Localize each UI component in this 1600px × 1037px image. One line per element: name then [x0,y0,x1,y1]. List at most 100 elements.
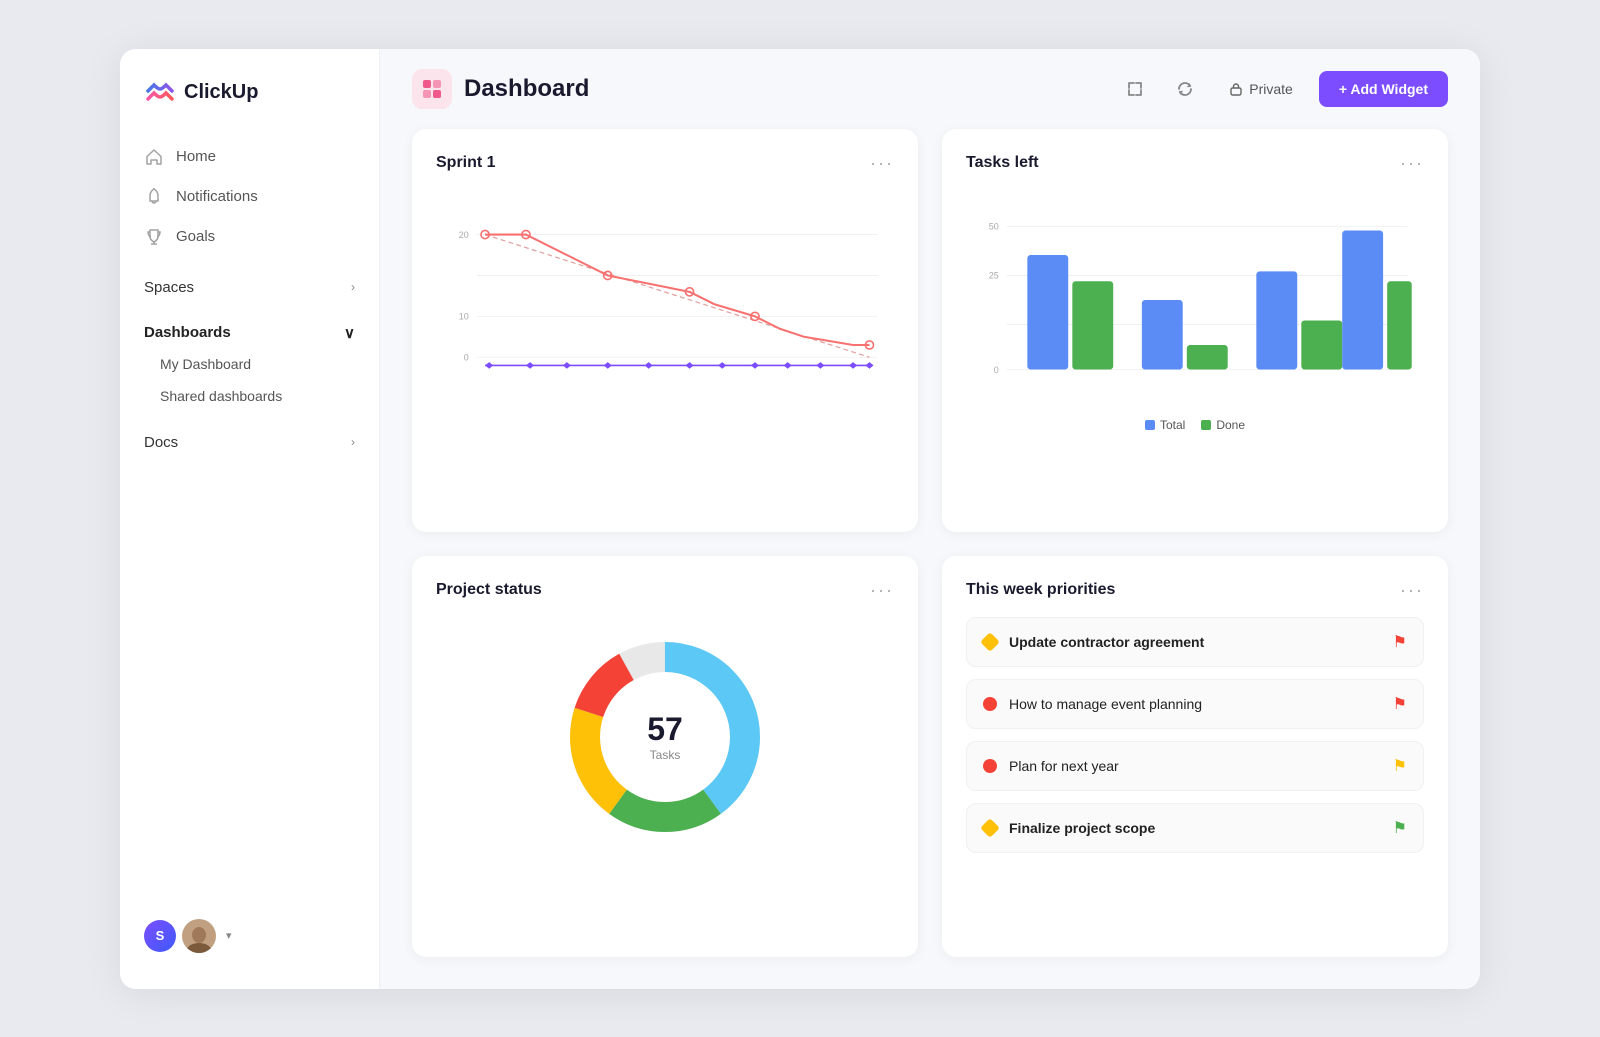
dashboards-label: Dashboards [144,324,231,341]
priority-item-3[interactable]: Plan for next year ⚑ [966,741,1424,791]
add-widget-label: + Add Widget [1339,81,1428,97]
home-icon [144,147,164,167]
header: Dashboard [380,49,1480,129]
spaces-chevron-icon: › [351,280,355,294]
priority-item-2[interactable]: How to manage event planning ⚑ [966,679,1424,729]
add-widget-button[interactable]: + Add Widget [1319,71,1448,107]
bar-chart-svg: 50 25 0 [966,190,1424,410]
bar-chart-container: 50 25 0 [966,190,1424,410]
priority-name-2: How to manage event planning [1009,696,1202,712]
priority-dot-2 [983,697,997,711]
person-silhouette [182,925,216,953]
priority-left-3: Plan for next year [983,758,1119,774]
private-label: Private [1249,81,1293,97]
sprint-widget-header: Sprint 1 ··· [436,153,894,174]
priority-name-1: Update contractor agreement [1009,634,1204,650]
dashboard-grid: Sprint 1 ··· 20 10 0 [380,129,1480,989]
clickup-logo-icon [144,77,176,109]
total-color-dot [1145,420,1155,430]
sidebar-item-goals[interactable]: Goals [120,217,379,257]
priority-item-4[interactable]: Finalize project scope ⚑ [966,803,1424,853]
header-actions: Private + Add Widget [1117,71,1448,107]
page-title: Dashboard [464,75,1105,103]
legend-done-label: Done [1216,418,1245,432]
project-status-title: Project status [436,581,542,599]
main-content: Dashboard [380,49,1480,989]
sprint-widget-menu[interactable]: ··· [870,153,894,174]
priority-left-4: Finalize project scope [983,820,1155,836]
sidebar-navigation: Home Notifications [120,137,379,903]
private-button[interactable]: Private [1217,75,1305,103]
priority-dot-3 [983,759,997,773]
notifications-label: Notifications [176,188,258,205]
sprint-widget: Sprint 1 ··· 20 10 0 [412,129,918,532]
avatar-s[interactable]: S [144,920,176,952]
spaces-label: Spaces [144,279,194,296]
priority-name-4: Finalize project scope [1009,820,1155,836]
priority-dot-1 [980,632,1000,652]
task-count: 57 [647,711,683,748]
docs-chevron-icon: › [351,435,355,449]
dashboard-grid-icon [421,78,443,100]
priority-item-1[interactable]: Update contractor agreement ⚑ [966,617,1424,667]
sprint-chart: 20 10 0 [436,190,894,410]
app-container: ClickUp Home Notifications [120,49,1480,989]
priorities-menu[interactable]: ··· [1400,580,1424,601]
logo-text: ClickUp [184,81,258,104]
expand-icon[interactable] [1117,71,1153,107]
donut-center: 57 Tasks [647,711,683,762]
priorities-title: This week priorities [966,581,1115,599]
priority-flag-2: ⚑ [1393,694,1407,714]
donut-container: 57 Tasks [436,617,894,857]
svg-text:50: 50 [989,221,999,231]
dashboard-icon-box [412,69,452,109]
tasks-left-widget: Tasks left ··· 50 25 0 [942,129,1448,532]
project-status-menu[interactable]: ··· [870,580,894,601]
priorities-widget: This week priorities ··· Update contract… [942,556,1448,957]
sidebar-item-home[interactable]: Home [120,137,379,177]
svg-text:0: 0 [464,352,469,362]
tasks-label: Tasks [647,748,683,762]
sidebar-item-dashboards[interactable]: Dashboards ∨ [120,310,379,348]
legend-total-label: Total [1160,418,1185,432]
sidebar-bottom: S ▾ [120,903,379,969]
project-status-widget: Project status ··· [412,556,918,957]
sidebar-item-my-dashboard[interactable]: My Dashboard [120,348,379,380]
svg-text:20: 20 [459,229,469,239]
priorities-list: Update contractor agreement ⚑ How to man… [966,617,1424,853]
priority-left-2: How to manage event planning [983,696,1202,712]
sidebar-item-docs[interactable]: Docs › [120,420,379,457]
dashboards-chevron-icon: ∨ [344,324,355,342]
priority-left-1: Update contractor agreement [983,634,1204,650]
done-color-dot [1201,420,1211,430]
project-status-header: Project status ··· [436,580,894,601]
legend-done: Done [1201,418,1245,432]
priority-flag-1: ⚑ [1393,632,1407,652]
docs-label: Docs [144,434,178,451]
legend-total: Total [1145,418,1185,432]
sidebar-item-shared-dashboards[interactable]: Shared dashboards [120,380,379,412]
svg-text:25: 25 [989,270,999,280]
sidebar: ClickUp Home Notifications [120,49,380,989]
priorities-header: This week priorities ··· [966,580,1424,601]
sidebar-item-spaces[interactable]: Spaces › [120,265,379,302]
goals-label: Goals [176,228,215,245]
bell-icon [144,187,164,207]
tasks-left-menu[interactable]: ··· [1400,153,1424,174]
home-label: Home [176,148,216,165]
bar-legend: Total Done [966,418,1424,432]
priority-dot-4 [980,818,1000,838]
tasks-left-header: Tasks left ··· [966,153,1424,174]
priority-flag-3: ⚑ [1393,756,1407,776]
user-menu-chevron-icon[interactable]: ▾ [226,929,232,942]
tasks-left-title: Tasks left [966,154,1039,172]
svg-text:0: 0 [994,364,999,374]
priority-name-3: Plan for next year [1009,758,1119,774]
refresh-icon[interactable] [1167,71,1203,107]
avatar-user[interactable] [182,919,216,953]
sidebar-item-notifications[interactable]: Notifications [120,177,379,217]
lock-icon [1229,82,1243,96]
sidebar-logo: ClickUp [120,77,379,137]
trophy-icon [144,227,164,247]
shared-dashboards-label: Shared dashboards [160,388,282,404]
